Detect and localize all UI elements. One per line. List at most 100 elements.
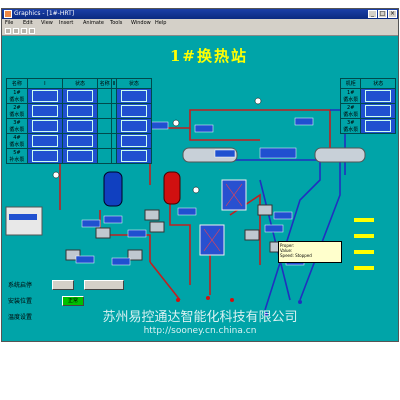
equipment-name: 1# 循水泵 [6, 88, 28, 104]
status-indicator[interactable] [365, 105, 392, 117]
popup-line: Speed: Stopped [280, 253, 312, 258]
control-row: 系统启停 [6, 278, 148, 292]
value-tag[interactable] [294, 117, 314, 126]
status-indicator[interactable] [31, 150, 58, 162]
status-indicator[interactable] [31, 120, 58, 132]
watermark-url: http://sooney.cn.china.cn [143, 326, 257, 336]
status-button[interactable] [84, 280, 124, 290]
value-tag[interactable] [75, 255, 95, 264]
status-indicator[interactable] [365, 90, 392, 102]
value-tag[interactable] [81, 219, 101, 228]
value-tag[interactable] [259, 147, 297, 159]
table-header: 机柜 [339, 78, 362, 89]
pump-icon[interactable] [95, 227, 111, 239]
value-tag[interactable] [103, 215, 123, 224]
value-tag[interactable] [194, 124, 214, 133]
pressure-gauge-icon[interactable] [192, 186, 200, 194]
table-header: 状态 [61, 78, 99, 89]
normal-button[interactable]: 正常 [62, 296, 84, 306]
status-indicator[interactable] [66, 150, 93, 162]
pump-group [65, 204, 285, 261]
status-cell [26, 103, 63, 119]
alarm-indicator[interactable] [354, 250, 374, 254]
status-indicator[interactable] [120, 150, 147, 162]
alarm-indicator[interactable] [354, 218, 374, 222]
pressure-gauge-icon[interactable] [172, 119, 180, 127]
status-cell [115, 148, 153, 164]
value-tag[interactable] [111, 257, 131, 266]
control-label: 系统启停 [8, 282, 33, 289]
table-row: 5# 补水泵 [6, 148, 153, 164]
table-header: 状态 [115, 78, 153, 89]
status-indicator[interactable] [66, 105, 93, 117]
status-cell [61, 88, 99, 104]
equipment-name: 3# 循水泵 [6, 118, 28, 134]
pump-icon[interactable] [257, 204, 273, 216]
equipment-name: 3# 循水泵 [339, 118, 362, 134]
status-indicator[interactable] [120, 120, 147, 132]
equipment-name: 4# 循水泵 [6, 133, 28, 149]
control-label: 安装位置 [8, 298, 33, 305]
status-indicator[interactable] [120, 90, 147, 102]
value-tag[interactable] [264, 224, 284, 233]
supply-endpoint [230, 298, 234, 302]
status-indicator[interactable] [365, 120, 392, 132]
table-row: 3# 循水泵 [6, 118, 153, 134]
left-status-table: 名称 Ⅰ 状态 名称 Ⅱ 状态 1# 循水泵 2# 循水泵 3# 循水泵 4# 循水泵… [6, 78, 153, 164]
value-tag[interactable] [214, 149, 236, 158]
status-indicator[interactable] [66, 90, 93, 102]
status-indicator[interactable] [31, 105, 58, 117]
value-tag[interactable] [273, 211, 293, 220]
status-cell [26, 148, 63, 164]
status-indicator[interactable] [120, 135, 147, 147]
status-indicator[interactable] [66, 135, 93, 147]
expansion-tank-blue[interactable] [103, 171, 123, 207]
pressure-gauge-icon[interactable] [254, 97, 262, 105]
status-cell [61, 118, 99, 134]
status-cell [360, 88, 396, 104]
table-header: 名称 [97, 78, 113, 89]
water-tank-building[interactable] [5, 206, 43, 236]
status-cell [115, 133, 153, 149]
status-cell [97, 148, 113, 164]
right-status-table: 机柜 状态 1# 循水泵 2# 循水泵 3# 循水泵 [339, 78, 396, 134]
water-tank-label-box [9, 214, 37, 220]
table-row: 2# 循水泵 [6, 103, 153, 119]
supply-pipe [149, 261, 181, 301]
pump-icon[interactable] [144, 209, 160, 221]
start-button[interactable] [52, 280, 74, 290]
alarm-indicator-list [354, 218, 374, 282]
pump-status-popup: Proper: Value: Speed: Stopped [278, 241, 342, 263]
status-cell [115, 103, 153, 119]
status-indicator[interactable] [31, 90, 58, 102]
return-pipe [259, 179, 291, 301]
status-cell [26, 118, 63, 134]
equipment-name: 2# 循水泵 [339, 103, 362, 119]
table-row: 3# 循水泵 [339, 118, 396, 134]
header-tank-right[interactable] [314, 147, 366, 163]
table-row: 1# 循水泵 [6, 88, 153, 104]
status-cell [360, 118, 396, 134]
table-header: Ⅰ [26, 78, 63, 89]
supply-endpoint [176, 298, 180, 302]
expansion-tank-red[interactable] [163, 171, 181, 205]
status-cell [61, 103, 99, 119]
alarm-indicator[interactable] [354, 266, 374, 270]
equipment-name: 1# 循水泵 [339, 88, 362, 104]
status-indicator[interactable] [120, 105, 147, 117]
pump-icon[interactable] [244, 229, 260, 241]
pressure-gauge-icon[interactable] [52, 171, 60, 179]
value-tag[interactable] [177, 207, 197, 216]
pump-icon[interactable] [149, 221, 165, 233]
station-title: 1#换热站 [170, 47, 249, 65]
status-cell [97, 88, 113, 104]
status-cell [97, 118, 113, 134]
status-indicator[interactable] [31, 135, 58, 147]
status-indicator[interactable] [66, 120, 93, 132]
value-tag[interactable] [127, 229, 147, 238]
alarm-indicator[interactable] [354, 234, 374, 238]
table-header: 名称 [6, 78, 28, 89]
equipment-name: 2# 循水泵 [6, 103, 28, 119]
equipment-name: 5# 补水泵 [6, 148, 28, 164]
return-endpoint [298, 300, 302, 304]
